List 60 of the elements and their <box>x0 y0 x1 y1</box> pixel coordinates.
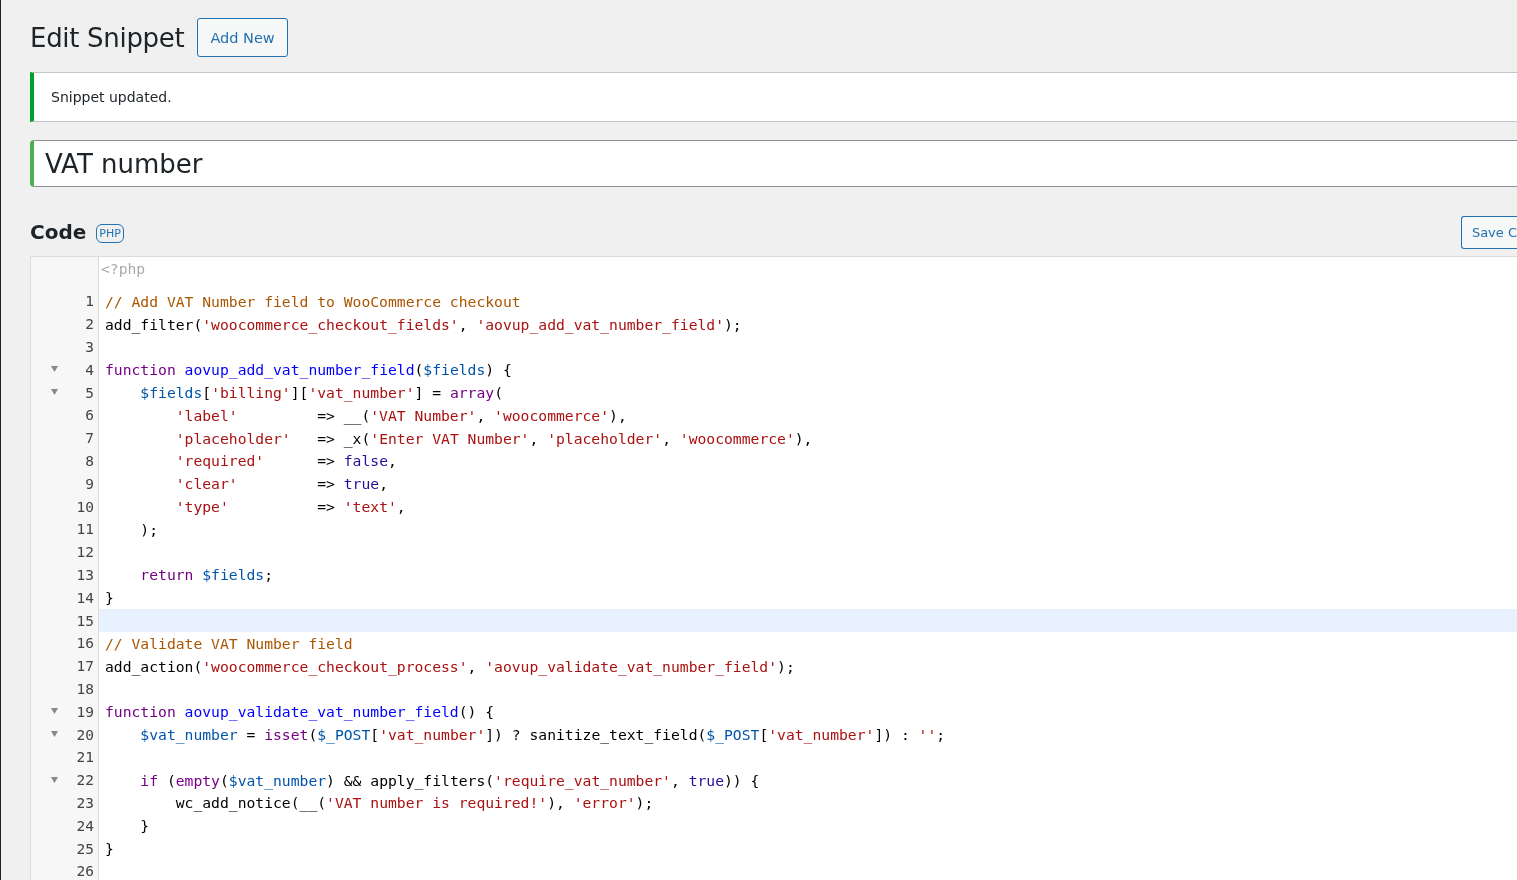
line-number: 17 <box>76 658 94 675</box>
code-line: 'type' => 'text', <box>174 498 406 516</box>
line-number: 26 <box>76 863 94 880</box>
code-line: $fields['billing']['vat_number'] = array( <box>139 384 503 402</box>
line-number: 24 <box>76 817 94 834</box>
line-number: 8 <box>85 452 94 469</box>
code-line: } <box>139 817 150 835</box>
line-number: 12 <box>76 544 94 561</box>
line-number: 19 <box>76 703 94 720</box>
fold-arrow-icon[interactable] <box>51 731 58 738</box>
code-line: // Add VAT Number field to WooCommerce checkout <box>105 292 521 310</box>
code-line: function aovup_validate_vat_number_field() { <box>105 703 495 721</box>
fold-arrow-icon[interactable] <box>51 389 58 396</box>
line-number: 4 <box>85 361 94 378</box>
code-line: 'placeholder' => _x('Enter VAT Number', 'placeholder', 'woocommerce'), <box>174 429 813 447</box>
line-number: 16 <box>76 635 94 652</box>
code-line: } <box>105 840 114 857</box>
code-line: 'required' => false, <box>174 452 397 470</box>
line-number: 25 <box>76 840 94 857</box>
line-number: 20 <box>76 726 94 743</box>
snippet-title-field[interactable]: VAT number <box>30 140 1517 187</box>
line-number: 1 <box>85 293 94 310</box>
line-number: 6 <box>85 407 94 424</box>
line-number: 7 <box>85 430 94 447</box>
fold-arrow-icon[interactable] <box>51 708 58 715</box>
code-line: add_filter('woocommerce_checkout_fields', 'aovup_add_vat_number_field'); <box>105 315 742 333</box>
fold-arrow-icon[interactable] <box>51 776 58 783</box>
code-line: 'clear' => true, <box>174 475 388 493</box>
line-number: 5 <box>85 384 94 401</box>
fold-arrow-icon[interactable] <box>51 366 58 373</box>
line-number: 21 <box>76 749 94 766</box>
code-line: } <box>105 589 114 607</box>
line-number: 13 <box>76 566 94 583</box>
code-line: function aovup_add_vat_number_field($fields) { <box>105 361 512 379</box>
code-line: // Validate VAT Number field <box>105 634 353 652</box>
line-number: 9 <box>85 475 94 492</box>
code-line: if (empty($vat_number) && apply_filters('require_vat_number', true)) { <box>139 771 760 789</box>
code-heading: Code <box>30 220 87 244</box>
line-number: 18 <box>76 680 94 697</box>
save-button[interactable]: Save C <box>1460 215 1517 249</box>
php-open-tag: <?php <box>101 259 146 277</box>
code-line: ); <box>139 520 159 538</box>
language-badge: PHP <box>96 224 124 243</box>
code-line: wc_add_notice(__('VAT number is required!'), 'error'); <box>174 794 654 812</box>
page-title: Edit Snippet <box>30 22 185 53</box>
line-number: 3 <box>85 339 94 355</box>
line-number: 2 <box>85 316 94 333</box>
code-editor[interactable] <box>30 256 1517 880</box>
line-number: 23 <box>76 794 94 811</box>
line-number: 22 <box>76 772 94 789</box>
code-line: 'label' => __('VAT Number', 'woocommerce'), <box>174 406 627 424</box>
code-line: return $fields; <box>139 566 274 584</box>
line-number: 15 <box>76 612 94 629</box>
add-new-button[interactable]: Add New <box>197 18 288 57</box>
line-number: 10 <box>76 498 94 515</box>
line-number: 11 <box>76 521 94 538</box>
code-line: $vat_number = isset($_POST['vat_number']) ? sanitize_text_field($_POST['vat_number']) : ''; <box>139 726 946 744</box>
code-line: add_action('woocommerce_checkout_process', 'aovup_validate_vat_number_field'); <box>105 657 795 675</box>
notice-text: Snippet updated. <box>51 89 172 105</box>
line-number: 14 <box>76 589 94 606</box>
